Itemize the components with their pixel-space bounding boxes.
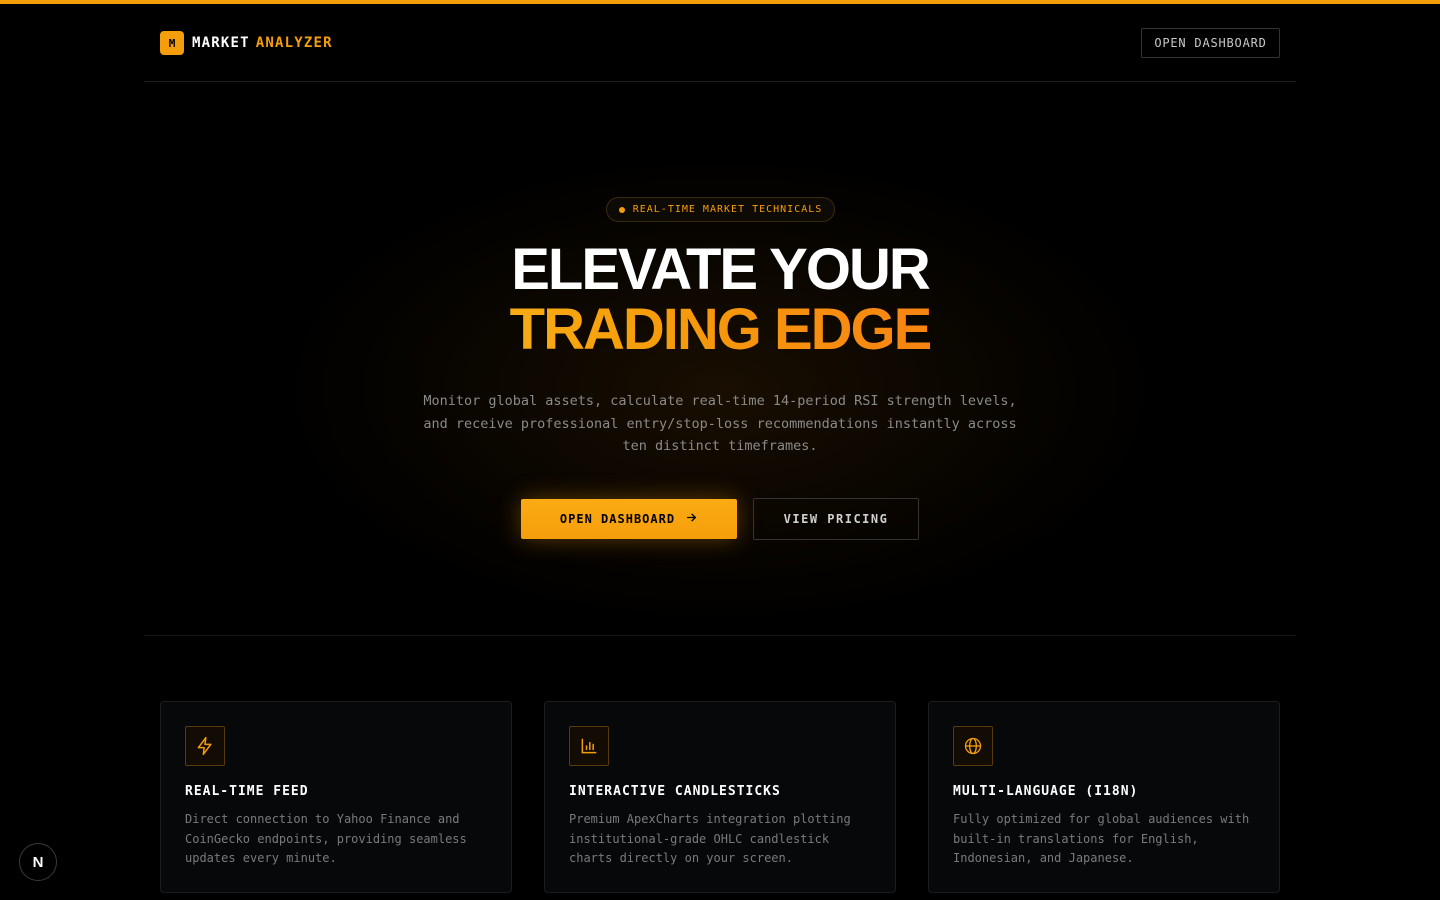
feature-card-candlesticks: INTERACTIVE CANDLESTICKS Premium ApexCha…	[544, 701, 896, 893]
feature-description: Premium ApexCharts integration plotting …	[569, 812, 851, 865]
lightning-icon	[185, 726, 225, 766]
open-dashboard-button[interactable]: OPEN DASHBOARD	[521, 499, 737, 539]
logo-text: MARKET ANALYZER	[192, 35, 333, 51]
open-dashboard-label: OPEN DASHBOARD	[559, 512, 676, 526]
dev-tools-badge[interactable]: N	[19, 843, 57, 881]
logo-word-market: MARKET	[192, 35, 250, 51]
section-divider	[144, 635, 1296, 636]
hero-title-line1: ELEVATE YOUR	[511, 237, 931, 302]
feature-title: REAL-TIME FEED	[185, 784, 309, 799]
logo-mark: M	[160, 31, 184, 55]
header-open-dashboard-button[interactable]: OPEN DASHBOARD	[1141, 28, 1280, 58]
bar-chart-icon	[569, 726, 609, 766]
logo-word-analyzer: ANALYZER	[255, 35, 333, 51]
feature-title: MULTI-LANGUAGE (I18N)	[953, 784, 1139, 799]
hero-badge: REAL-TIME MARKET TECHNICALS	[606, 197, 835, 222]
hero-title-line2: TRADING EDGE	[320, 300, 1120, 360]
feature-description: Fully optimized for global audiences wit…	[953, 812, 1250, 865]
globe-icon	[953, 726, 993, 766]
hero-description: Monitor global assets, calculate real-ti…	[423, 393, 1017, 454]
arrow-right-icon	[685, 511, 698, 528]
hero-title: ELEVATE YOUR TRADING EDGE	[320, 240, 1120, 360]
site-header: M MARKET ANALYZER OPEN DASHBOARD	[144, 4, 1296, 82]
hero-badge-text: REAL-TIME MARKET TECHNICALS	[632, 204, 823, 215]
view-pricing-button[interactable]: VIEW PRICING	[753, 498, 919, 540]
feature-card-i18n: MULTI-LANGUAGE (I18N) Fully optimized fo…	[928, 701, 1280, 893]
feature-description: Direct connection to Yahoo Finance and C…	[185, 812, 467, 865]
live-dot-icon	[618, 206, 625, 213]
feature-card-realtime: REAL-TIME FEED Direct connection to Yaho…	[160, 701, 512, 893]
feature-title: INTERACTIVE CANDLESTICKS	[569, 784, 781, 799]
logo[interactable]: M MARKET ANALYZER	[160, 31, 333, 55]
